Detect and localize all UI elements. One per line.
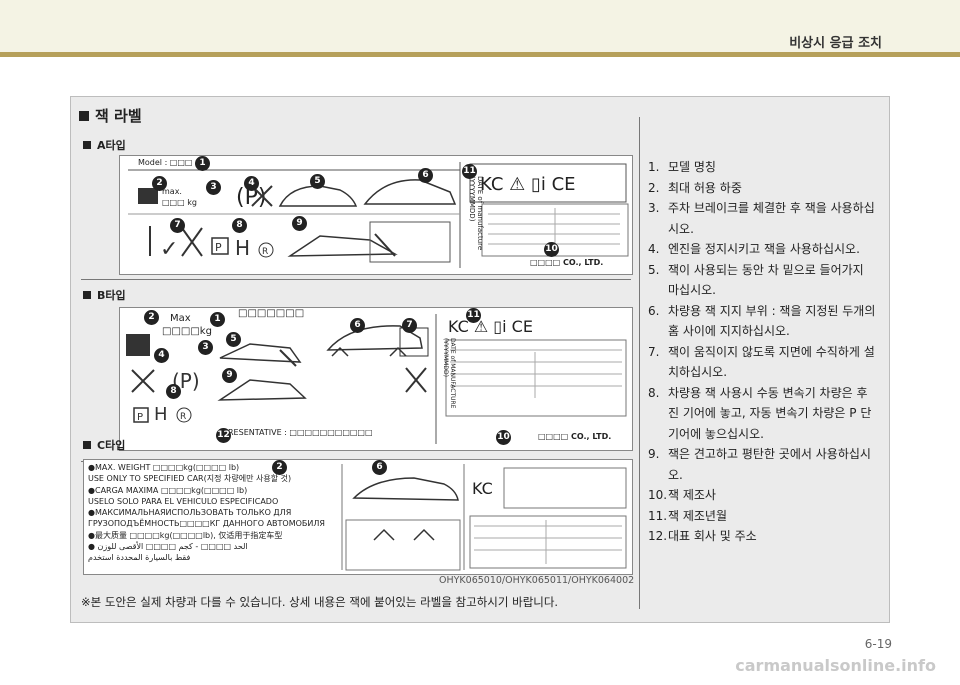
callout-3: 3 <box>198 340 213 355</box>
type-c-diagram: KC <box>341 464 627 571</box>
callout-5: 5 <box>310 174 325 189</box>
list-item: 10. 잭 제조사 <box>648 488 716 502</box>
b-company-text: □□□□ CO., LTD. <box>538 432 612 441</box>
callout-8: 8 <box>232 218 247 233</box>
max-kg-text: □□□ kg <box>162 198 197 207</box>
list-item: 5. 잭이 사용되는 동안 차 밑으로 들어가지 마십시오. <box>648 262 864 298</box>
svg-text:KC ⚠ ▯i CE: KC ⚠ ▯i CE <box>448 317 533 336</box>
type-c-label-image: ●MAX. WEIGHT □□□□kg(□□□□ lb) USE ONLY TO… <box>83 459 633 575</box>
type-a-diagram: (P) ✓ P H R KC ⚠ ▯i CE <box>128 162 629 268</box>
svg-text:P: P <box>137 412 143 423</box>
b-model-box-text: □□□□□□□ <box>238 308 305 319</box>
callout-9: 9 <box>222 368 237 383</box>
callout-7: 7 <box>402 318 417 333</box>
jack-label-panel: 잭 라벨 A타입 (P) ✓ P H R KC ⚠ ▯i CE Model: … <box>70 96 890 623</box>
watermark: carmanualsonline.info <box>735 656 936 675</box>
svg-text:✓: ✓ <box>160 237 178 262</box>
list-item: 9. 잭은 견고하고 평탄한 곳에서 사용하십시오. <box>648 447 871 482</box>
callout-1: 1 <box>210 312 225 327</box>
callout-10: 10 <box>544 242 559 257</box>
type-a-label-image: (P) ✓ P H R KC ⚠ ▯i CE Model: □□□ max. … <box>119 155 633 275</box>
model-text: Model : □□□ <box>138 158 193 167</box>
type-a-heading: A타입 <box>83 137 126 153</box>
callout-7: 7 <box>170 218 185 233</box>
callout-2: 2 <box>152 176 167 191</box>
header-bar: 비상시 응급 조치 <box>0 0 960 57</box>
callout-6: 6 <box>350 318 365 333</box>
callout-9: 9 <box>292 216 307 231</box>
list-item: 7. 잭이 움직이지 않도록 지면에 수직하게 설치하십시오. <box>648 344 875 380</box>
list-item: 12. 대표 회사 및 주소 <box>648 529 757 543</box>
svg-text:H: H <box>235 236 250 260</box>
column-divider <box>639 117 640 609</box>
list-item: 1. 모델 명칭 <box>648 160 716 174</box>
callout-2: 2 <box>272 460 287 475</box>
callout-10: 10 <box>496 430 511 445</box>
callout-11: 11 <box>466 308 481 323</box>
svg-text:KC ⚠ ▯i CE: KC ⚠ ▯i CE <box>480 174 576 195</box>
square-bullet-icon <box>83 141 91 149</box>
svg-text:R: R <box>180 412 186 422</box>
list-item: 8. 차량용 잭 사용시 수동 변속기 차량은 후진 기어에 놓고, 자동 변속기… <box>648 385 872 441</box>
svg-text:R: R <box>262 247 268 257</box>
callout-11: 11 <box>462 164 477 179</box>
callout-1: 1 <box>195 156 210 171</box>
jack-label-legend: 1. 모델 명칭 2. 최대 허용 하중 3. 주차 브레이크를 체결한 후 잭을 사… <box>648 157 878 547</box>
date-of-manufacture-text: DATE of manufacture (YYYYMMDD) <box>468 176 484 251</box>
list-item: 2. 최대 허용 하중 <box>648 180 742 195</box>
b-max-kg-text: □□□□kg <box>162 326 212 337</box>
header-rule <box>0 52 960 57</box>
list-item: 6. 차량용 잭 지지 부위 : 잭을 지정된 두개의 홈 사이에 지지하십시오. <box>648 303 876 339</box>
list-item: 4. 엔진을 정지시키고 잭을 사용하십시오. <box>648 242 860 256</box>
company-text: □□□□ CO., LTD. <box>530 258 604 267</box>
callout-6: 6 <box>418 168 433 183</box>
callout-12: 12 <box>216 428 231 443</box>
footnote: ※본 도안은 실제 차량과 다를 수 있습니다. 상세 내용은 잭에 붙어있는 … <box>81 595 559 609</box>
image-code: OHYK065010/OHYK065011/OHYK064002 <box>439 575 635 586</box>
type-c-heading: C타입 <box>83 437 125 453</box>
divider <box>81 279 631 280</box>
section-title: 비상시 응급 조치 <box>789 36 882 51</box>
type-b-heading: B타입 <box>83 287 126 303</box>
svg-text:H: H <box>154 404 168 425</box>
square-bullet-icon <box>79 111 89 121</box>
page-number: 6-19 <box>864 637 892 651</box>
square-bullet-icon <box>83 291 91 299</box>
list-item: 3. 주차 브레이크를 체결한 후 잭을 사용하십시오. <box>648 201 875 236</box>
panel-title: 잭 라벨 <box>79 105 142 126</box>
list-item: 11. 잭 제조년월 <box>648 508 728 523</box>
b-max-text: Max <box>170 313 191 324</box>
callout-2: 2 <box>144 310 159 325</box>
callout-4: 4 <box>154 348 169 363</box>
callout-4: 4 <box>244 176 259 191</box>
svg-text:P: P <box>215 241 222 254</box>
callout-3: 3 <box>206 180 221 195</box>
b-date-text: DATE of MANUFACTURE (YYYYMMDD) <box>442 338 456 409</box>
svg-text:KC: KC <box>472 479 493 498</box>
square-bullet-icon <box>83 441 91 449</box>
callout-6: 6 <box>372 460 387 475</box>
callout-8: 8 <box>166 384 181 399</box>
b-representative-text: RESENTATIVE : □□□□□□□□□□□ <box>228 428 373 437</box>
type-b-label-image: (P) P H R KC ⚠ ▯i CE Max □□□□kg □□□□□□□ <box>119 307 633 451</box>
callout-5: 5 <box>226 332 241 347</box>
